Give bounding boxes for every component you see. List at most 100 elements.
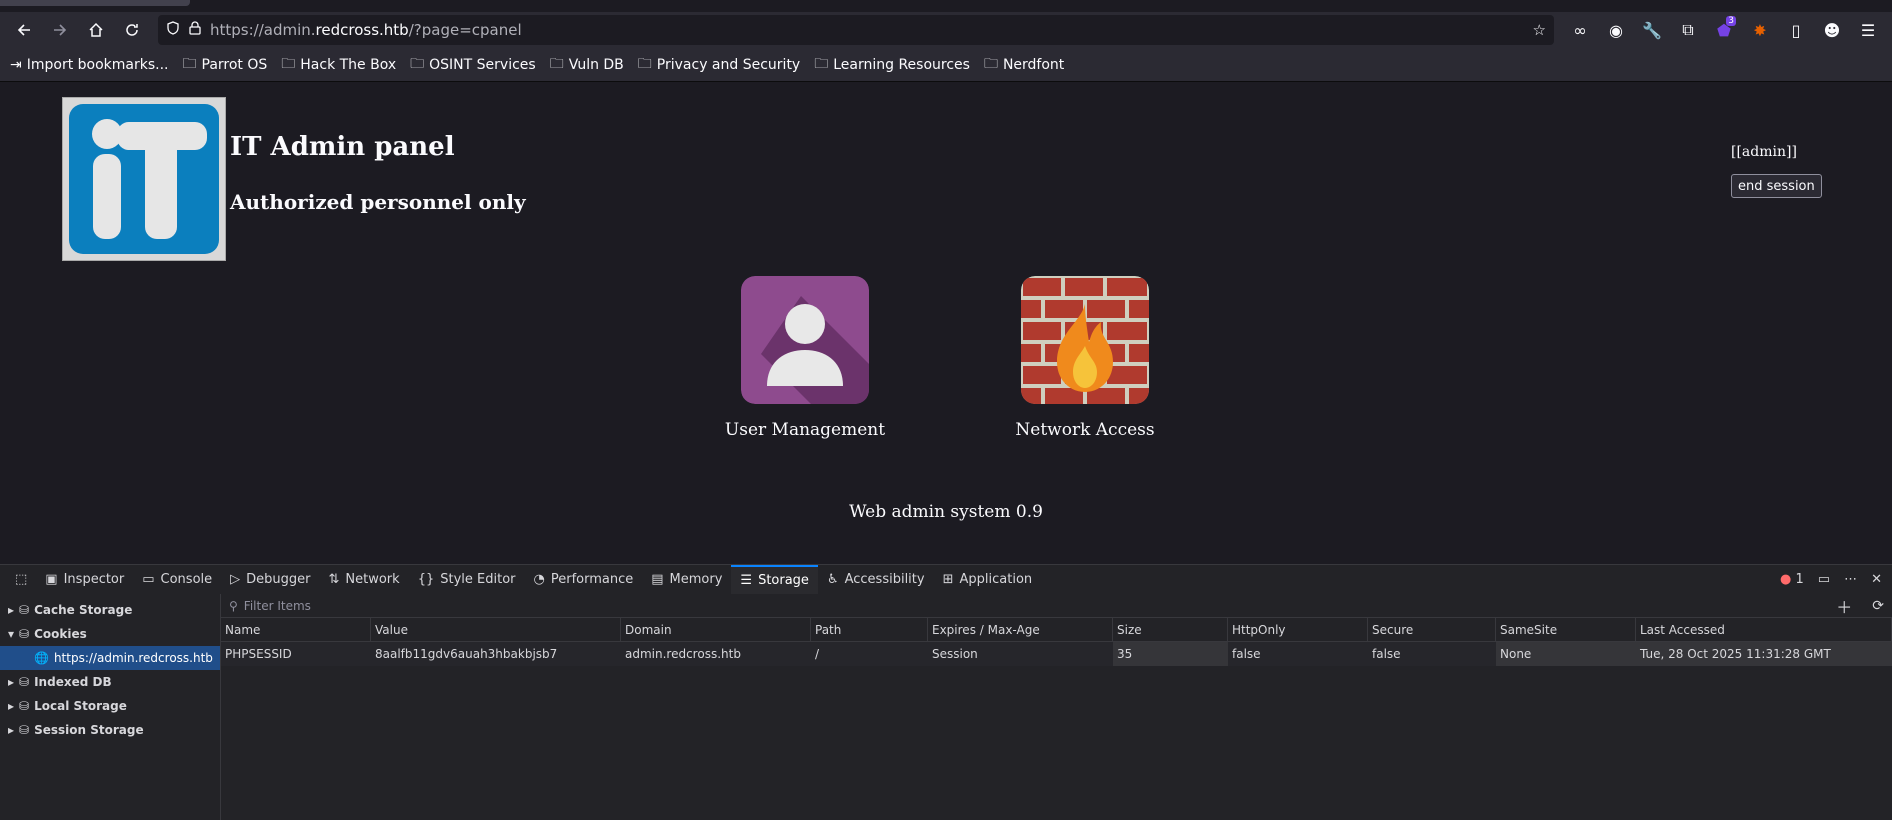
url-bar[interactable]: https://admin.redcross.htb/?page=cpanel … <box>158 15 1554 45</box>
column-header[interactable]: Path <box>811 618 928 642</box>
nav-bar: https://admin.redcross.htb/?page=cpanel … <box>0 12 1892 48</box>
column-header[interactable]: Value <box>371 618 621 642</box>
forward-icon[interactable] <box>44 16 76 44</box>
table-cell[interactable]: admin.redcross.htb <box>621 642 811 666</box>
table-cell[interactable]: 8aalfb11gdv6auah3hbakbjsb7 <box>371 642 621 666</box>
folder-icon: 🗀 <box>637 55 652 72</box>
cookie-table: Name Value Domain Path Expires / Max-Age… <box>221 618 1892 666</box>
bookmark-osint-services[interactable]: 🗀 OSINT Services <box>410 53 536 77</box>
table-cell[interactable]: false <box>1228 642 1368 666</box>
shield-icon[interactable] <box>166 21 180 39</box>
column-header[interactable]: Expires / Max-Age <box>928 618 1113 642</box>
expand-icon: ▸ <box>8 675 15 689</box>
sidebar-item-local-storage[interactable]: ▸ ⛁ Local Storage <box>0 694 220 718</box>
user-management-label: User Management <box>724 420 886 440</box>
bookmark-nerdfont[interactable]: 🗀 Nerdfont <box>984 53 1064 77</box>
tab-storage[interactable]: ☰ Storage <box>731 565 818 594</box>
account-icon[interactable]: ◉ <box>1600 16 1632 44</box>
error-badge[interactable]: ● 1 <box>1780 572 1804 587</box>
refresh-icon[interactable]: ⟳ <box>1872 598 1884 614</box>
extensions-icon[interactable]: ⧉ <box>1672 16 1704 44</box>
bookmark-vuln-db[interactable]: 🗀 Vuln DB <box>550 53 624 77</box>
column-header[interactable]: Name <box>221 618 371 642</box>
tab-performance[interactable]: ◔ Performance <box>525 565 643 594</box>
table-cell[interactable]: / <box>811 642 928 666</box>
filter-icon: ⚲ <box>229 598 238 613</box>
menu-icon[interactable]: ☰ <box>1852 16 1884 44</box>
sidebar-item-cookie-origin[interactable]: 🌐 https://admin.redcross.htb <box>0 646 220 670</box>
mask-icon[interactable]: ∞ <box>1564 16 1596 44</box>
tab-debugger[interactable]: ▷ Debugger <box>221 565 319 594</box>
sidebar-item-session-storage[interactable]: ▸ ⛁ Session Storage <box>0 718 220 742</box>
tab-application[interactable]: ⊞ Application <box>934 565 1042 594</box>
current-user: [[admin]] <box>1731 144 1797 160</box>
bookmarks-bar: ⇥ Import bookmarks... 🗀 Parrot OS 🗀 Hack Th… <box>0 48 1892 82</box>
storage-sidebar: ▸ ⛁ Cache Storage ▾ ⛁ Cookies 🌐 https://admin… <box>0 594 221 820</box>
it-logo <box>62 97 226 261</box>
storage-icon: ☰ <box>740 573 753 588</box>
active-tab[interactable] <box>0 0 190 6</box>
tab-memory[interactable]: ▤ Memory <box>642 565 731 594</box>
accessibility-icon: ♿ <box>826 572 839 587</box>
table-cell[interactable]: 35 <box>1113 642 1228 666</box>
star-icon[interactable]: ☆ <box>1533 21 1546 39</box>
expand-icon: ▸ <box>8 723 15 737</box>
table-cell[interactable]: None <box>1496 642 1636 666</box>
bookmark-parrot-os[interactable]: 🗀 Parrot OS <box>183 53 268 77</box>
tab-console[interactable]: ▭ Console <box>133 565 221 594</box>
element-picker-icon[interactable]: ⬚ <box>6 565 36 594</box>
column-header[interactable]: Secure <box>1368 618 1496 642</box>
footer-text: Web admin system 0.9 <box>849 502 1043 522</box>
sidebar-item-indexed-db[interactable]: ▸ ⛁ Indexed DB <box>0 670 220 694</box>
bookmark-learning-resources[interactable]: 🗀 Learning Resources <box>814 53 970 77</box>
wrench-icon[interactable]: 🔧 <box>1636 16 1668 44</box>
cookie-table-area: ⚲ Filter Items ＋ ⟳ Name Value Domain Pat… <box>221 594 1892 820</box>
wappalyzer-icon[interactable]: ☻ <box>1816 16 1848 44</box>
folder-icon: 🗀 <box>814 55 829 72</box>
table-cell[interactable]: PHPSESSID <box>221 642 371 666</box>
bookmark-privacy-security[interactable]: 🗀 Privacy and Security <box>638 53 800 77</box>
tab-inspector[interactable]: ▣ Inspector <box>36 565 133 594</box>
table-cell[interactable]: Tue, 28 Oct 2025 11:31:28 GMT <box>1636 642 1892 666</box>
lock-icon[interactable] <box>188 21 202 39</box>
globe-icon: 🌐 <box>34 651 49 665</box>
sidebar-item-cache-storage[interactable]: ▸ ⛁ Cache Storage <box>0 598 220 622</box>
add-item-icon[interactable]: ＋ <box>1836 594 1852 618</box>
end-session-button[interactable]: end session <box>1731 174 1822 198</box>
tab-style-editor[interactable]: {} Style Editor <box>409 565 525 594</box>
column-header[interactable]: Last Accessed <box>1636 618 1892 642</box>
folder-icon: 🗀 <box>983 55 998 72</box>
network-access-label: Network Access <box>1015 420 1155 440</box>
expand-icon: ▸ <box>8 699 15 713</box>
close-icon[interactable]: ✕ <box>1871 572 1882 587</box>
expand-icon: ▸ <box>8 603 15 617</box>
column-header[interactable]: Size <box>1113 618 1228 642</box>
reload-icon[interactable] <box>116 16 148 44</box>
tab-network[interactable]: ⇅ Network <box>320 565 409 594</box>
foxyproxy-icon[interactable]: ✸ <box>1744 16 1776 44</box>
folder-icon: 🗀 <box>410 55 425 72</box>
tab-accessibility[interactable]: ♿ Accessibility <box>818 565 934 594</box>
column-header[interactable]: Domain <box>621 618 811 642</box>
home-icon[interactable] <box>80 16 112 44</box>
column-header[interactable]: HttpOnly <box>1228 618 1368 642</box>
bookmark-hack-the-box[interactable]: 🗀 Hack The Box <box>281 53 396 77</box>
sidebar-item-cookies[interactable]: ▾ ⛁ Cookies <box>0 622 220 646</box>
folder-icon: 🗀 <box>182 55 197 72</box>
memory-icon: ▤ <box>651 572 664 587</box>
dock-icon[interactable]: ▭ <box>1818 572 1830 587</box>
filter-items-input[interactable]: ⚲ Filter Items ＋ ⟳ <box>221 594 1892 618</box>
mouse-icon[interactable]: ▯ <box>1780 16 1812 44</box>
more-icon[interactable]: ⋯ <box>1844 572 1857 587</box>
table-cell[interactable]: Session <box>928 642 1113 666</box>
bookmark-import[interactable]: ⇥ Import bookmarks... <box>10 57 169 73</box>
table-cell[interactable]: false <box>1368 642 1496 666</box>
network-access-app[interactable]: Network Access <box>995 276 1175 440</box>
column-header[interactable]: SameSite <box>1496 618 1636 642</box>
user-icon[interactable] <box>741 276 869 404</box>
firewall-icon[interactable] <box>1021 276 1149 404</box>
devtools-toolbar: ⬚ ▣ Inspector ▭ Console ▷ Debugger ⇅ Network… <box>0 564 1892 594</box>
user-management-app[interactable]: User Management <box>715 276 895 440</box>
ublock-icon[interactable]: ⬟ 3 <box>1708 16 1740 44</box>
back-icon[interactable] <box>8 16 40 44</box>
